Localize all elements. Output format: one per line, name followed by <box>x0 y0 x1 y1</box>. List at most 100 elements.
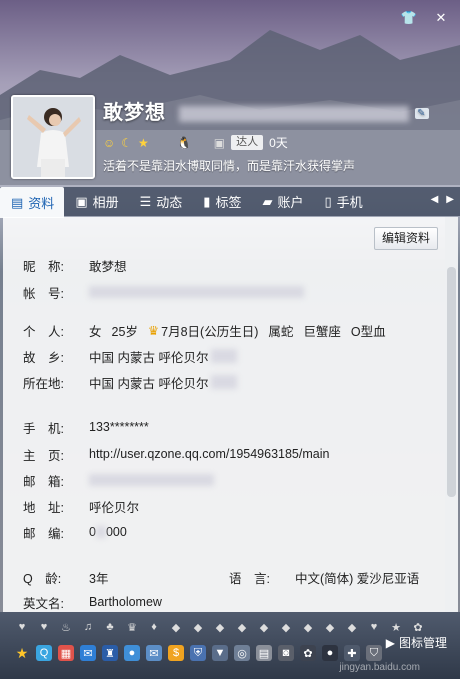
field-value: 中国 内蒙古 呼伦贝尔 <box>89 376 209 391</box>
watermark: jingyan.baidu.com <box>339 662 420 673</box>
diamond-icon[interactable]: ◆ <box>190 619 206 635</box>
field-nickname: 昵 称: 敢梦想 <box>23 256 127 274</box>
field-label: 手 机: <box>23 421 64 436</box>
penguin-icon[interactable]: ● <box>322 645 338 661</box>
app-icons-row: ★ Q ▦ ✉ ♜ ● ✉ $ ⛨ ▼ ◎ ▤ ◙ ✿ ● ✚ ⛉ <box>14 645 382 661</box>
tab-album[interactable]: ▣ 相册 <box>64 187 128 216</box>
field-account: 帐 号: <box>23 283 304 301</box>
postcode-suffix: 000 <box>105 525 127 539</box>
qzone-icon[interactable]: Q <box>36 645 52 661</box>
diamond-icon[interactable]: ◆ <box>256 619 272 635</box>
music-icon[interactable]: ♫ <box>80 619 96 635</box>
field-value: 中国 内蒙古 呼伦贝尔 <box>89 350 209 365</box>
cup-icon[interactable]: ♨ <box>58 619 74 635</box>
birthday-value: 7月8日(公历生日) <box>161 324 259 339</box>
star-icon[interactable]: ★ <box>14 645 30 661</box>
browser-icon[interactable]: ◎ <box>234 645 250 661</box>
diamond-icon[interactable]: ◆ <box>212 619 228 635</box>
tab-account[interactable]: ▰ 账户 <box>251 187 313 216</box>
profile-details-panel: 编辑资料 昵 称: 敢梦想 帐 号: 个 人: 女 25岁 ♛ 7月8日(公历生… <box>3 217 445 612</box>
star-icon[interactable]: ★ <box>388 619 404 635</box>
close-icon[interactable]: ✕ <box>430 8 452 28</box>
shield-icon[interactable]: ⛨ <box>190 645 206 661</box>
penguin-icon[interactable]: 🐧 <box>177 136 192 150</box>
diamond-icon[interactable]: ◆ <box>300 619 316 635</box>
avatar[interactable] <box>11 95 95 179</box>
icon-manage-button[interactable]: ▶ 图标管理 <box>386 634 447 651</box>
language-value: 中文(简体) 爱沙尼亚语 <box>295 571 420 586</box>
field-label: 个 人: <box>23 324 64 339</box>
tab-feed[interactable]: ☰ 动态 <box>129 187 193 216</box>
field-label: 故 乡: <box>23 350 64 365</box>
field-label: 邮 箱: <box>23 474 64 489</box>
field-value: 133******** <box>89 420 149 434</box>
tab-tags[interactable]: ▮ 标签 <box>192 187 251 216</box>
school-icon[interactable]: ♜ <box>102 645 118 661</box>
field-label: 所在地: <box>23 376 64 391</box>
field-label: 英文名: <box>23 596 64 611</box>
tag-icon: ▮ <box>203 193 211 209</box>
scrollbar-thumb[interactable] <box>447 267 456 497</box>
heart-icon[interactable]: ♥ <box>14 619 30 635</box>
heart-icon[interactable]: ♥ <box>366 619 382 635</box>
health-icon[interactable]: ✚ <box>344 645 360 661</box>
field-label: 邮 编: <box>23 526 64 541</box>
level-icon[interactable]: ▣ <box>214 136 225 150</box>
tab-bar: ▤ 资料 ▣ 相册 ☰ 动态 ▮ 标签 ▰ 账户 ▯ 手机 ◀ ▶ <box>0 187 460 218</box>
bottom-icon-bar: ♥ ♥ ♨ ♫ ♣ ♛ ♦ ◆ ◆ ◆ ◆ ◆ ◆ ◆ ◆ ◆ ♥ ★ ✿ ★ … <box>0 612 460 679</box>
online-days: 0天 <box>269 136 288 150</box>
diamond-icon[interactable]: ◆ <box>168 619 184 635</box>
tab-label: 动态 <box>156 195 183 210</box>
gift-icon[interactable]: ▤ <box>256 645 272 661</box>
signature[interactable]: 活着不是靠泪水博取同情，而是靠汗水获得掌声 <box>103 157 355 174</box>
diamond-icon[interactable]: ◆ <box>234 619 250 635</box>
postcode-prefix: 0 <box>89 525 96 539</box>
heart-icon[interactable]: ♥ <box>36 619 52 635</box>
phone-icon: ▯ <box>324 193 332 209</box>
arrow-left-icon[interactable]: ◀ <box>431 194 439 205</box>
game-icon[interactable]: ▦ <box>58 645 74 661</box>
pet-icon[interactable]: ✿ <box>300 645 316 661</box>
tab-label: 标签 <box>215 195 242 210</box>
smile-icon[interactable]: ☺ <box>103 136 115 150</box>
homepage-link[interactable]: http://user.qzone.qq.com/1954963185/main <box>89 447 329 461</box>
bee-icon[interactable]: ✿ <box>410 619 426 635</box>
daren-badge[interactable]: 达人 <box>231 135 264 150</box>
shirt-icon[interactable]: 👕 <box>398 8 420 28</box>
music-icon[interactable]: ● <box>124 645 140 661</box>
pet-icon[interactable]: ♣ <box>102 619 118 635</box>
tab-profile[interactable]: ▤ 资料 <box>0 187 65 218</box>
wallet-icon[interactable]: $ <box>168 645 184 661</box>
scrollbar[interactable] <box>445 217 458 612</box>
camera-icon[interactable]: ◙ <box>278 645 294 661</box>
message-icon[interactable]: ✉ <box>146 645 162 661</box>
mail-icon[interactable]: ✉ <box>80 645 96 661</box>
field-postcode: 邮 编: 0 000 <box>23 523 127 541</box>
tab-mobile[interactable]: ▯ 手机 <box>313 187 372 216</box>
icon-manage-icon: ▶ <box>385 635 395 650</box>
age-value: 25岁 <box>111 324 138 339</box>
game-icon[interactable]: ♦ <box>146 619 162 635</box>
diamond-icon[interactable]: ◆ <box>344 619 360 635</box>
blurred-value <box>89 286 304 298</box>
moon-icon[interactable]: ☾ <box>121 136 132 150</box>
diamond-icon[interactable]: ◆ <box>278 619 294 635</box>
nickname-header: 敢梦想 ✎ <box>103 96 429 125</box>
diamond-icons-row: ♥ ♥ ♨ ♫ ♣ ♛ ♦ ◆ ◆ ◆ ◆ ◆ ◆ ◆ ◆ ◆ ♥ ★ ✿ <box>14 619 426 635</box>
arrow-right-icon[interactable]: ▶ <box>446 194 454 205</box>
diamond-icon[interactable]: ◆ <box>322 619 338 635</box>
field-homepage: 主 页: http://user.qzone.qq.com/1954963185… <box>23 445 329 463</box>
edit-name-icon[interactable]: ✎ <box>415 108 429 120</box>
edit-profile-button[interactable]: 编辑资料 <box>373 227 438 250</box>
guard-icon[interactable]: ⛉ <box>366 645 382 661</box>
field-label: Q 龄: <box>23 571 62 586</box>
star-icon[interactable]: ★ <box>138 136 149 150</box>
field-label: 语 言: <box>229 571 270 586</box>
tab-label: 手机 <box>336 195 363 210</box>
blood-type-value: O型血 <box>350 324 386 339</box>
security-icon[interactable]: ▼ <box>212 645 228 661</box>
vip-icon[interactable]: ♛ <box>124 619 140 635</box>
field-qage: Q 龄: 3年 语 言: 中文(简体) 爱沙尼亚语 <box>23 568 419 586</box>
avatar-person-image <box>13 97 93 177</box>
field-email: 邮 箱: <box>23 471 214 489</box>
